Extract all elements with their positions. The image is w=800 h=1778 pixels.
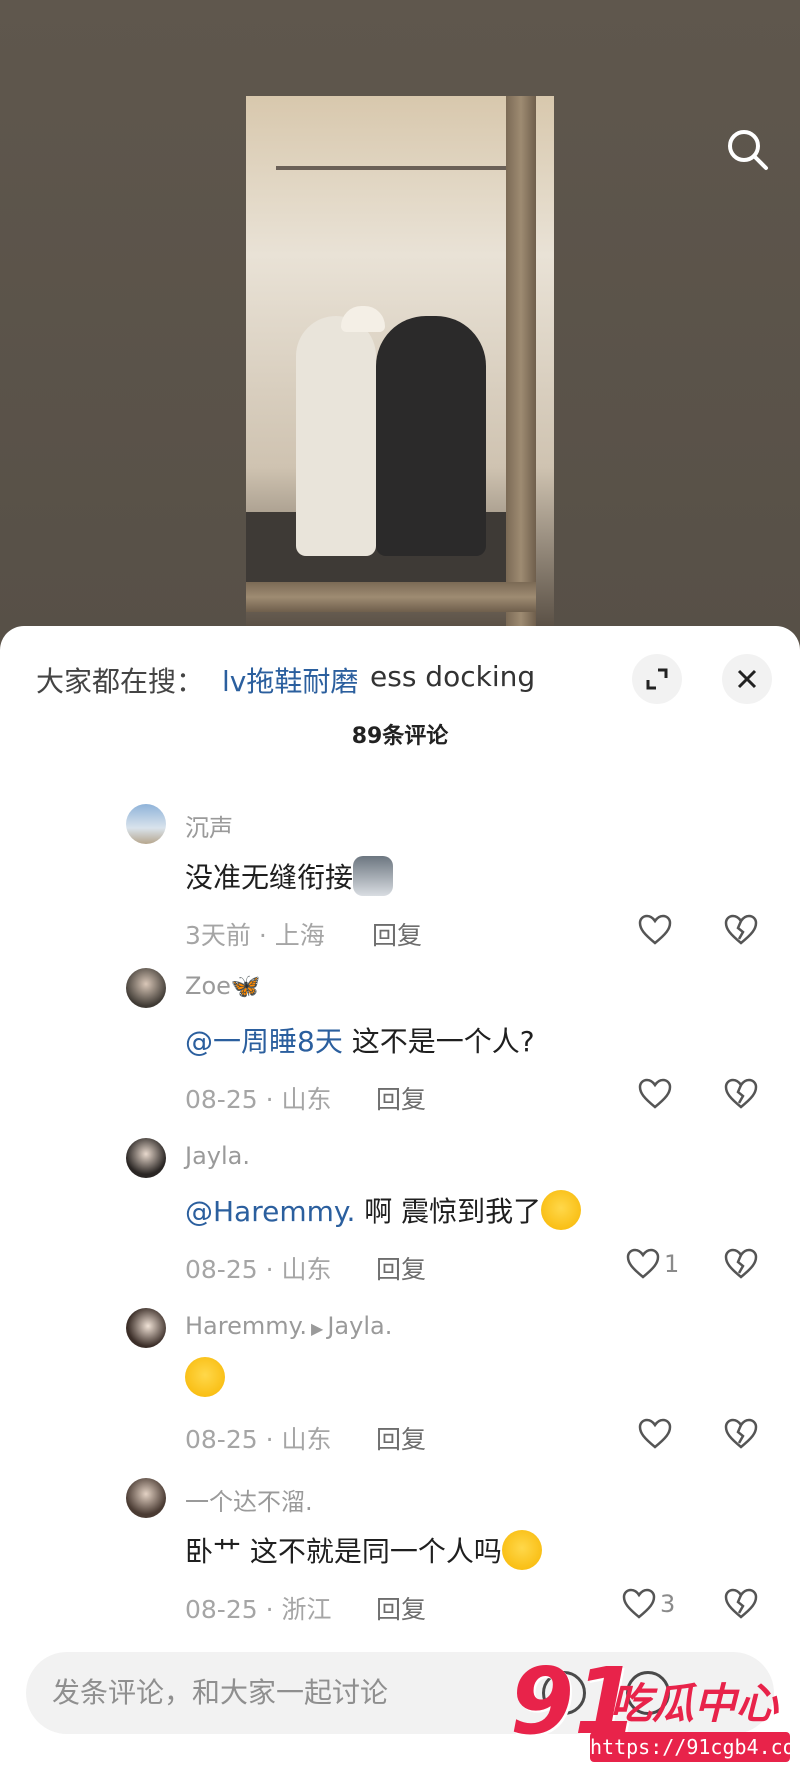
comment-mention[interactable]: @Haremmy. bbox=[185, 1195, 355, 1228]
dislike-button[interactable] bbox=[724, 1248, 758, 1284]
comment-text: 啊 震惊到我了 bbox=[355, 1195, 542, 1228]
reply-button[interactable]: 回复 bbox=[376, 1250, 426, 1286]
search-hint-prefix: 大家都在搜： bbox=[36, 665, 205, 698]
search-hint-bar: 大家都在搜： lv拖鞋耐磨 ess docking bbox=[0, 646, 800, 706]
photo-person-left bbox=[296, 316, 376, 556]
comment-author[interactable]: Haremmy. ▶ Jayla. bbox=[185, 1312, 392, 1340]
close-icon bbox=[737, 669, 757, 689]
comment-mention[interactable]: @一周睡8天 bbox=[185, 1025, 343, 1058]
heart-icon bbox=[622, 1588, 656, 1619]
comment-input[interactable]: 发条评论，和大家一起讨论 bbox=[52, 1652, 388, 1734]
like-count: 3 bbox=[660, 1590, 676, 1618]
expand-icon bbox=[646, 668, 668, 690]
search-button[interactable] bbox=[722, 124, 774, 176]
comment-body: @一周睡8天 这不是一个人? bbox=[185, 1020, 535, 1060]
comment-author[interactable]: Zoe🦋 bbox=[185, 972, 261, 1000]
comment-meta: 08-25 · 浙江 bbox=[185, 1595, 332, 1624]
watermark-url: https://91cgb4.com bbox=[590, 1732, 800, 1762]
dislike-button[interactable] bbox=[724, 1078, 758, 1114]
comment-author[interactable]: 一个达不溜. bbox=[185, 1482, 313, 1517]
search-hint-term[interactable]: lv拖鞋耐磨 bbox=[222, 660, 358, 700]
comment-body: @Haremmy. 啊 震惊到我了 bbox=[185, 1190, 582, 1233]
avatar[interactable] bbox=[126, 1478, 166, 1518]
search-hint-tail[interactable]: ess docking bbox=[370, 660, 535, 693]
butterfly-icon: 🦋 bbox=[230, 972, 261, 1000]
sweat-grin-emoji-icon bbox=[185, 1357, 225, 1397]
like-count: 1 bbox=[664, 1250, 680, 1278]
like-button[interactable] bbox=[638, 1078, 676, 1110]
reply-to-arrow-icon: ▶ bbox=[311, 1319, 324, 1338]
comment-text: 这不是一个人? bbox=[342, 1025, 535, 1058]
comment-body: 没准无缝衔接 bbox=[185, 856, 394, 899]
sweat-grin-emoji-icon bbox=[541, 1190, 582, 1230]
reply-button[interactable]: 回复 bbox=[376, 1080, 426, 1116]
site-watermark: 91 吃瓜中心 https://91cgb4.com bbox=[510, 1652, 800, 1770]
like-button[interactable] bbox=[638, 914, 676, 946]
heart-icon bbox=[638, 914, 672, 945]
reply-button[interactable]: 回复 bbox=[376, 1420, 426, 1456]
avatar[interactable] bbox=[126, 804, 166, 844]
expand-button[interactable] bbox=[632, 654, 682, 704]
dislike-button[interactable] bbox=[724, 1418, 758, 1454]
heart-icon bbox=[626, 1248, 660, 1279]
watermark-name: 吃瓜中心 bbox=[610, 1679, 779, 1728]
comment-body: 卧艹 这不就是同一个人吗 bbox=[185, 1530, 542, 1573]
comment-text: 卧艹 这不就是同一个人吗 bbox=[185, 1535, 502, 1568]
clothes-rail bbox=[276, 166, 506, 170]
crying-laugh-emoji-icon bbox=[501, 1530, 542, 1570]
photo-person-right bbox=[376, 316, 486, 556]
post-photo[interactable] bbox=[246, 96, 554, 626]
heart-icon bbox=[638, 1418, 672, 1449]
comment-author-name: Zoe bbox=[185, 972, 231, 1000]
dislike-button[interactable] bbox=[724, 1588, 758, 1624]
comment-meta: 08-25 · 山东 bbox=[185, 1425, 332, 1454]
reply-to-name[interactable]: Jayla. bbox=[327, 1312, 392, 1340]
photo-hat bbox=[341, 306, 385, 332]
dislike-button[interactable] bbox=[724, 914, 758, 950]
broken-heart-icon bbox=[724, 1248, 758, 1279]
mirror-frame-bottom bbox=[246, 582, 536, 612]
like-button[interactable]: 3 bbox=[622, 1588, 675, 1620]
avatar[interactable] bbox=[126, 968, 166, 1008]
video-background bbox=[0, 0, 800, 640]
broken-heart-icon bbox=[724, 1588, 758, 1619]
heart-icon bbox=[638, 1078, 672, 1109]
comments-sheet: 大家都在搜： lv拖鞋耐磨 ess docking 89条评论 沉声 没准无缝衔… bbox=[0, 626, 800, 1778]
reply-button[interactable]: 回复 bbox=[372, 916, 422, 952]
like-button[interactable] bbox=[638, 1418, 676, 1450]
broken-heart-icon bbox=[724, 1418, 758, 1449]
comment-meta: 08-25 · 山东 bbox=[185, 1255, 332, 1284]
reply-button[interactable]: 回复 bbox=[376, 1590, 426, 1626]
avatar[interactable] bbox=[126, 1308, 166, 1348]
avatar[interactable] bbox=[126, 1138, 166, 1178]
comment-body bbox=[185, 1357, 225, 1400]
comment-meta: 08-25 · 山东 bbox=[185, 1085, 332, 1114]
comment-author-name: Haremmy. bbox=[185, 1312, 308, 1340]
close-button[interactable] bbox=[722, 654, 772, 704]
broken-heart-icon bbox=[724, 1078, 758, 1109]
comment-author[interactable]: Jayla. bbox=[185, 1142, 250, 1170]
broken-heart-icon bbox=[724, 914, 758, 945]
mirror-frame-side bbox=[506, 96, 536, 626]
comment-meta: 3天前 · 上海 bbox=[185, 921, 325, 950]
search-icon bbox=[728, 130, 768, 170]
comment-text: 没准无缝衔接 bbox=[185, 861, 354, 894]
wolf-emoji-icon bbox=[353, 856, 394, 896]
like-button[interactable]: 1 bbox=[626, 1248, 679, 1280]
comments-count: 89条评论 bbox=[351, 724, 449, 749]
comment-author[interactable]: 沉声 bbox=[185, 808, 233, 843]
